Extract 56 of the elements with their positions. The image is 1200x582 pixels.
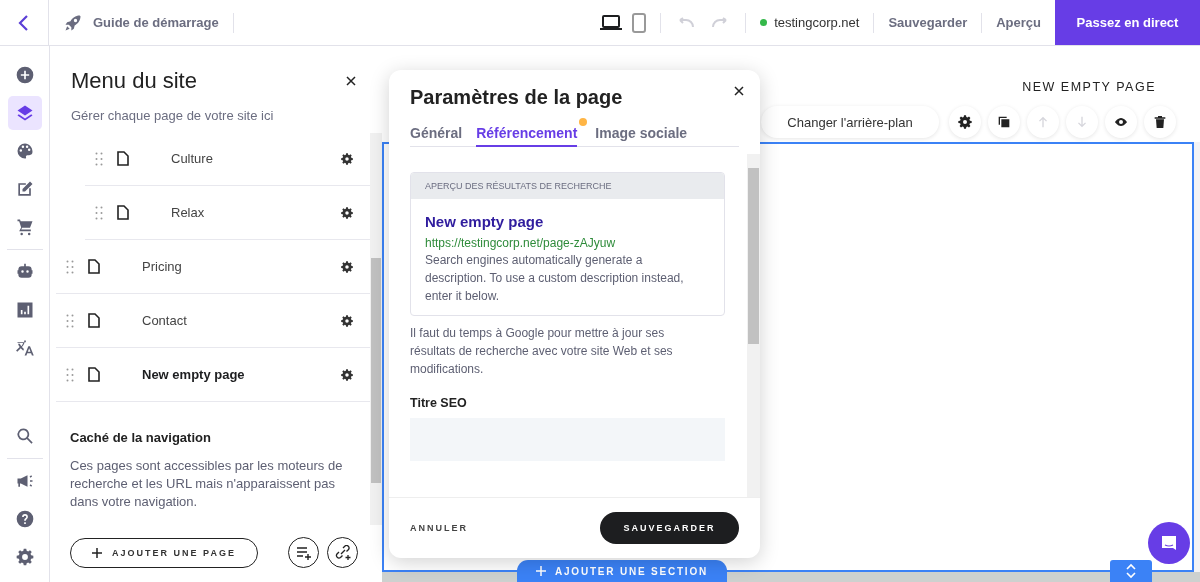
domain-link[interactable]: testingcorp.net: [746, 12, 875, 33]
drag-handle-icon[interactable]: [66, 313, 74, 328]
settings-icon[interactable]: [340, 151, 354, 166]
trash-icon[interactable]: [1144, 106, 1176, 138]
preview-heading: APERÇU DES RÉSULTATS DE RECHERCHE: [411, 173, 724, 199]
section-title: Caché de la navigation: [70, 430, 212, 445]
settings-icon[interactable]: [949, 106, 981, 138]
tab[interactable]: Général: [410, 121, 475, 147]
page-icon: [117, 205, 129, 220]
add-link-icon[interactable]: [327, 537, 358, 568]
settings-icon[interactable]: [340, 367, 354, 382]
result-title: New empty page: [425, 213, 545, 230]
desktop-icon[interactable]: [600, 14, 623, 31]
page-icon: [88, 259, 100, 274]
scrollbar[interactable]: [370, 133, 382, 525]
page-icon: [88, 313, 100, 328]
page-icon: [117, 151, 129, 166]
result-description: Search engines automatically generate a description. To use a custom description instead, enter it below.: [425, 252, 684, 305]
duplicate-icon[interactable]: [988, 106, 1020, 138]
save-button[interactable]: SAUVEGARDER: [600, 512, 739, 544]
scrollbar[interactable]: [747, 154, 760, 497]
plus-icon: [92, 547, 103, 558]
change-background-button[interactable]: Changer l'arrière-plan: [761, 106, 939, 138]
drag-handle-icon[interactable]: [66, 259, 74, 274]
page-item[interactable]: New empty page: [56, 348, 370, 402]
settings-icon[interactable]: [340, 205, 354, 220]
field-label: Titre SEO: [410, 396, 468, 410]
mobile-icon[interactable]: [632, 12, 647, 33]
startup-guide-link[interactable]: Guide de démarrage: [63, 12, 234, 33]
dialog-title: Paramètres de la page: [410, 86, 623, 109]
cancel-button[interactable]: ANNULER: [410, 523, 468, 533]
resize-handle-icon[interactable]: [1110, 560, 1152, 582]
save-button[interactable]: Sauvegarder: [874, 12, 983, 33]
page-item[interactable]: Contact: [56, 294, 370, 348]
settings-icon[interactable]: [340, 313, 354, 328]
plus-icon: [535, 566, 546, 576]
tab[interactable]: Image sociale: [595, 121, 700, 147]
tab[interactable]: Référencement: [476, 121, 578, 147]
add-section-button[interactable]: AJOUTER UNE SECTION: [517, 560, 727, 582]
preview-button[interactable]: Aperçu: [982, 12, 1055, 33]
drag-handle-icon[interactable]: [95, 151, 103, 166]
page-heading: NEW EMPTY PAGE: [1022, 80, 1156, 96]
section-description: Ces pages sont accessibles par les moteurs de recherche et les URL mais n'apparaissent pas dans votre navigation.: [70, 457, 344, 511]
drag-handle-icon[interactable]: [95, 205, 103, 220]
layers-icon[interactable]: [7, 96, 42, 130]
panel-subtitle: Gérer chaque page de votre site ici: [71, 108, 275, 123]
back-icon[interactable]: [17, 13, 31, 32]
drag-handle-icon[interactable]: [66, 367, 74, 382]
settings-icon[interactable]: [340, 259, 354, 274]
result-url: https://testingcorp.net/page-zAJyuw: [425, 236, 617, 250]
panel-title: Menu du site: [71, 68, 197, 94]
info-text: Il faut du temps à Google pour mettre à jour ses résultats de recherche avec votre site Web et ses modifications.: [410, 325, 674, 378]
page-item[interactable]: Pricing: [56, 240, 370, 294]
page-icon: [88, 367, 100, 382]
eye-icon[interactable]: [1105, 106, 1137, 138]
publish-button[interactable]: Passez en direct: [1055, 0, 1200, 45]
